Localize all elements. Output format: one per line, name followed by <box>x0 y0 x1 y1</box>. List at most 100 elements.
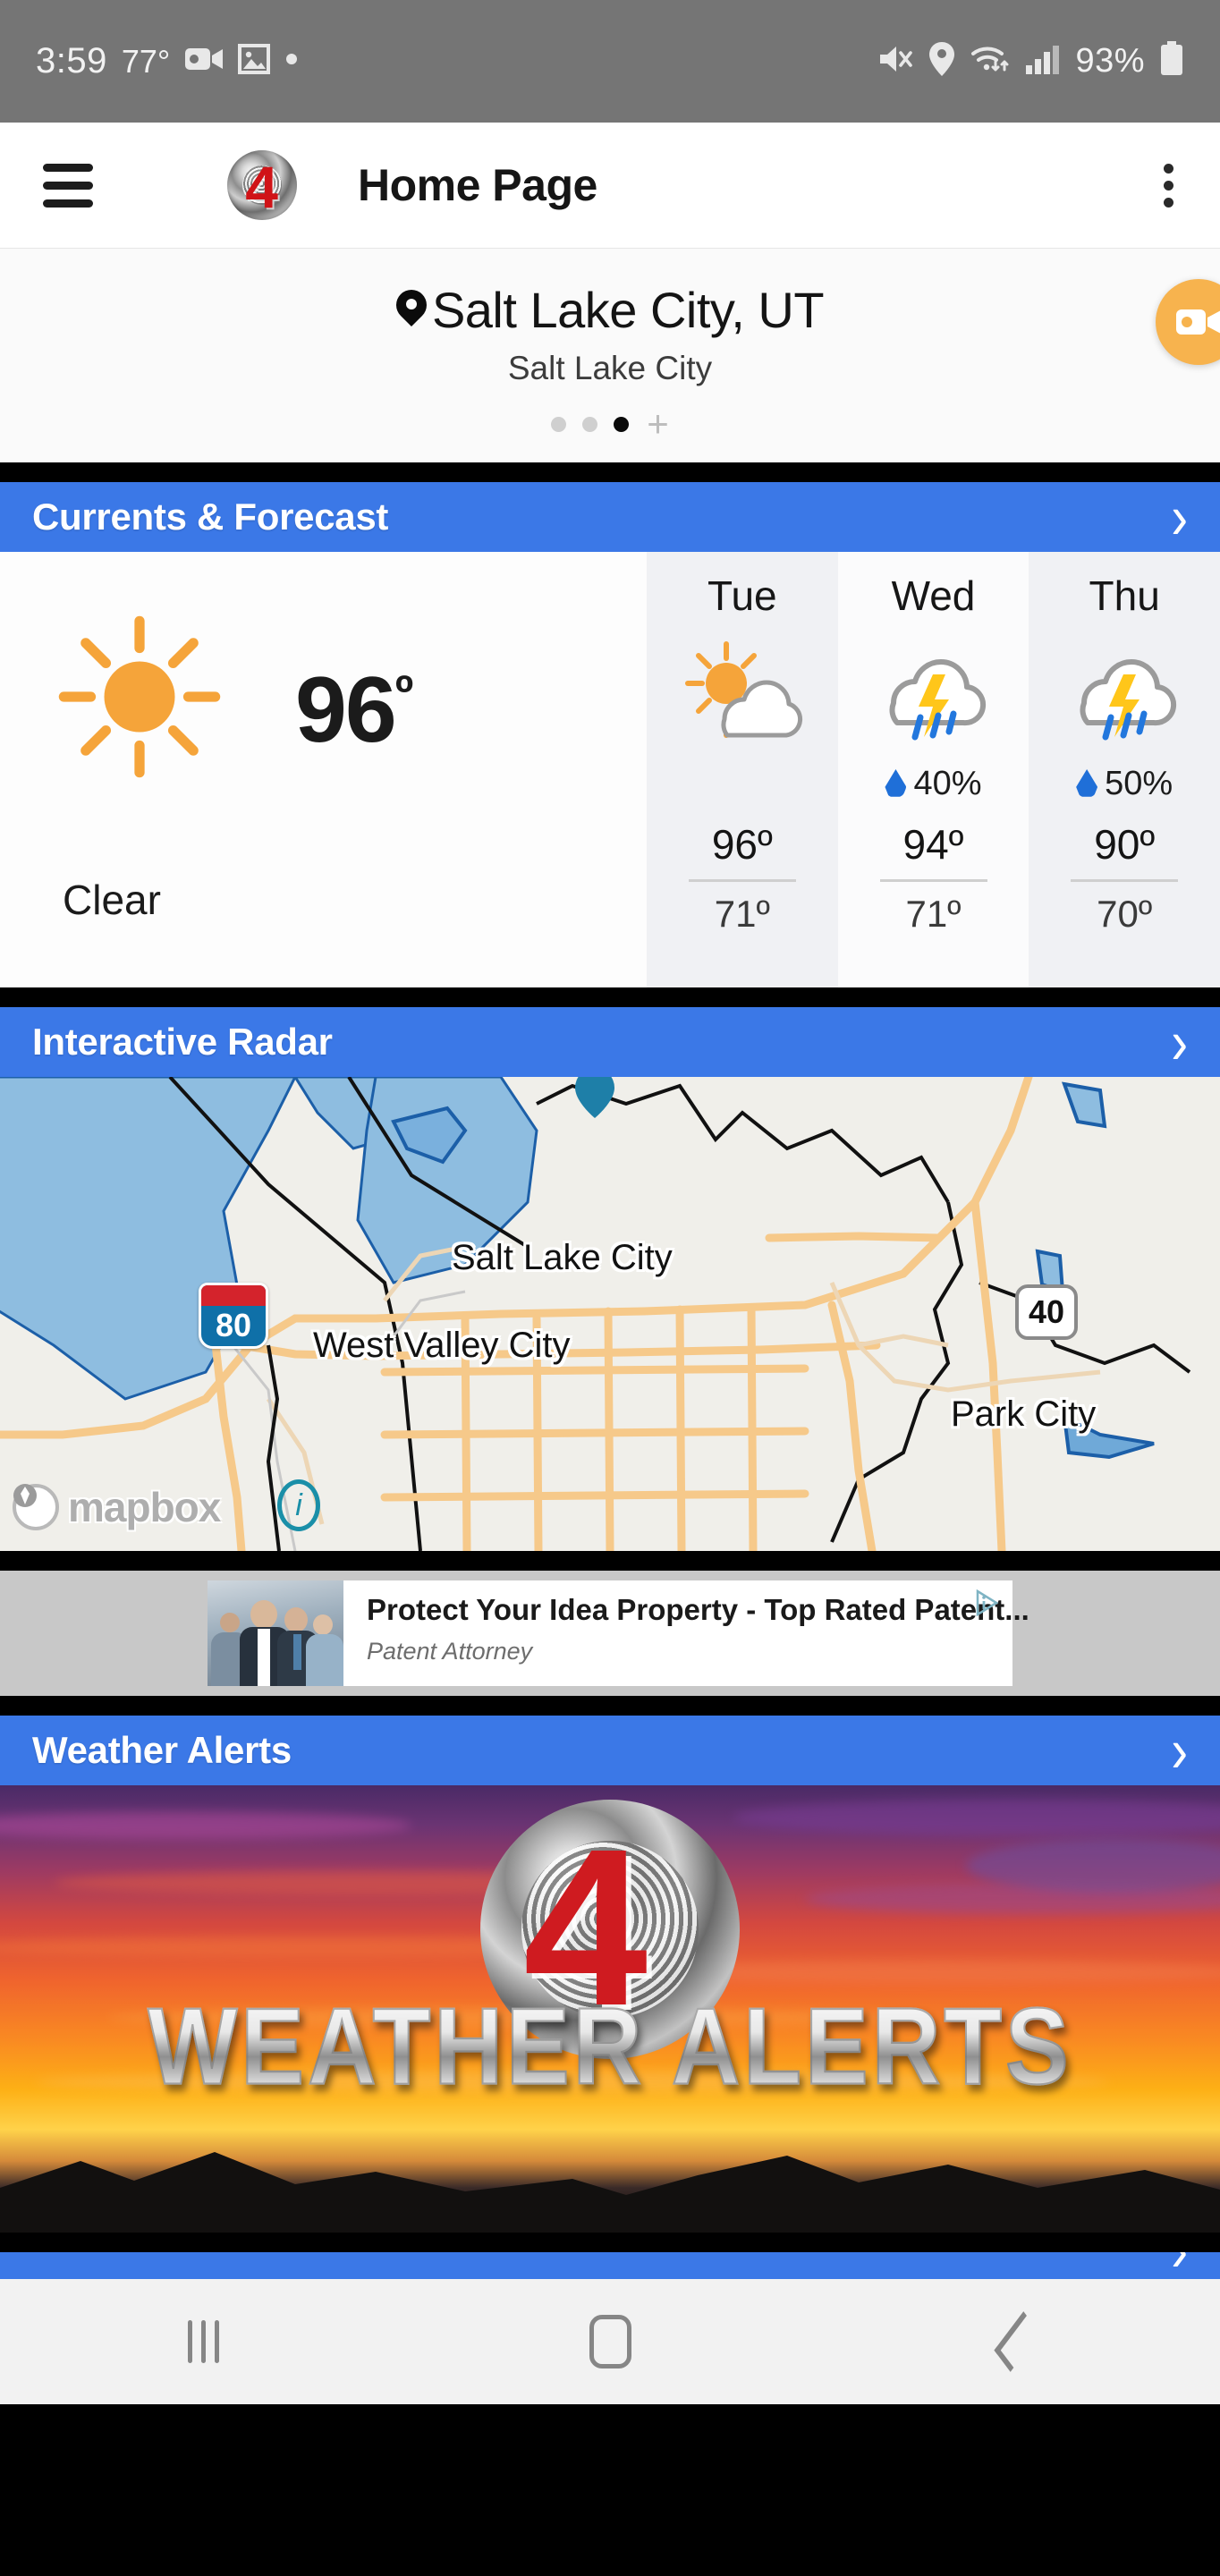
ad-text: Protect Your Idea Property - Top Rated P… <box>343 1580 1047 1686</box>
home-button[interactable] <box>407 2315 814 2368</box>
forecast-precip-value: 50% <box>1105 764 1173 802</box>
location-pin-icon <box>396 290 427 331</box>
radar-map[interactable]: Salt Lake City West Valley City Park Cit… <box>0 1077 1220 1551</box>
android-navigation-bar <box>0 2279 1220 2404</box>
section-title-radar: Interactive Radar <box>32 1021 333 1063</box>
phone-screen: 3:59 77° 93% 4 Home Page Salt Lake City,… <box>0 0 1220 2576</box>
mountain-silhouette <box>0 2152 1220 2233</box>
section-gap <box>0 2233 1220 2252</box>
recent-apps-icon <box>187 2320 219 2363</box>
forecast-low: 70º <box>1097 893 1153 935</box>
ad-banner[interactable]: Protect Your Idea Property - Top Rated P… <box>0 1571 1220 1696</box>
ad-title[interactable]: Protect Your Idea Property - Top Rated P… <box>367 1593 1029 1627</box>
mapbox-attribution[interactable]: mapbox <box>13 1483 221 1531</box>
channel-4-logo: 4 <box>227 150 297 220</box>
signal-bars-icon <box>1025 43 1061 80</box>
recent-apps-button[interactable] <box>0 2320 407 2363</box>
mapbox-wordmark: mapbox <box>68 1484 221 1530</box>
pager-dot-2[interactable] <box>582 416 598 432</box>
raindrop-icon <box>1076 769 1098 797</box>
kebab-menu-icon[interactable] <box>1151 155 1186 216</box>
ad-card[interactable]: Protect Your Idea Property - Top Rated P… <box>208 1580 1029 1686</box>
forecast-day-2[interactable]: Thu 50% 90º 70º <box>1029 552 1220 987</box>
forecast-precip: 50% <box>1029 759 1220 808</box>
location-subtitle: Salt Lake City <box>507 350 713 386</box>
ad-thumbnail <box>208 1580 343 1686</box>
status-bar-left: 3:59 77° <box>36 41 877 81</box>
weather-alerts-headline: WEATHER ALERTS <box>0 1985 1220 2109</box>
chevron-right-icon[interactable]: › <box>1171 485 1188 548</box>
forecast-divider <box>1071 879 1179 882</box>
chevron-right-icon[interactable]: › <box>1171 2252 1188 2279</box>
current-temp-degree: º <box>394 664 414 721</box>
shield-number: 80 <box>215 1307 252 1344</box>
shield-top-band <box>201 1285 266 1307</box>
forecast-panel: 96º Clear Tue 96º 71º Wed 40% 94º 71º Th… <box>0 552 1220 987</box>
chevron-right-icon[interactable]: › <box>1171 1010 1188 1073</box>
forecast-low: 71º <box>714 893 770 935</box>
page-title: Home Page <box>358 160 597 210</box>
home-icon <box>589 2315 631 2368</box>
section-header-radar[interactable]: Interactive Radar › <box>0 1007 1220 1077</box>
forecast-precip-value: 40% <box>913 764 982 802</box>
info-icon[interactable]: i <box>277 1479 320 1531</box>
shield-number: 40 <box>1028 1293 1065 1330</box>
back-button[interactable] <box>813 2311 1220 2372</box>
chevron-right-icon[interactable]: › <box>1171 1718 1188 1782</box>
pager-dot-1[interactable] <box>551 416 567 432</box>
back-icon <box>994 2311 1040 2372</box>
forecast-day-name: Thu <box>1089 572 1160 619</box>
battery-icon <box>1159 41 1184 81</box>
interstate-80-shield: 80 <box>199 1283 268 1349</box>
weather-alerts-graphic[interactable]: 4 WEATHER ALERTS <box>0 1785 1220 2233</box>
section-title-bottom: Utah Weather <box>32 2252 274 2254</box>
forecast-day-1[interactable]: Wed 40% 94º 71º <box>837 552 1029 987</box>
wifi-icon <box>970 42 1011 80</box>
forecast-divider <box>879 879 987 882</box>
ad-choices-icon[interactable] <box>975 1589 1000 1623</box>
status-temperature: 77° <box>121 42 171 80</box>
us-route-40-shield: 40 <box>1015 1284 1078 1340</box>
map-label-west-valley-city: West Valley City <box>313 1326 571 1365</box>
section-header-alerts[interactable]: Weather Alerts › <box>0 1716 1220 1785</box>
status-bar: 3:59 77° 93% <box>0 0 1220 123</box>
battery-percent-label: 93% <box>1075 42 1145 80</box>
forecast-day-name: Wed <box>891 572 976 619</box>
section-header-bottom[interactable]: Utah Weather › <box>0 2252 1220 2279</box>
pager-dot-3[interactable] <box>614 416 630 432</box>
location-pager[interactable]: + <box>0 405 1220 443</box>
mapbox-mark-icon <box>13 1484 59 1530</box>
forecast-high: 90º <box>1094 821 1156 868</box>
section-gap <box>0 462 1220 482</box>
location-city-row[interactable]: Salt Lake City, UT <box>0 281 1220 339</box>
current-condition-label: Clear <box>63 877 161 923</box>
video-recorder-icon <box>184 44 224 79</box>
logo-four-text: 4 <box>245 153 278 220</box>
thunderstorm-icon <box>838 625 1029 759</box>
ad-subtitle: Patent Attorney <box>367 1638 533 1665</box>
hamburger-menu-icon[interactable] <box>43 163 93 208</box>
status-bar-right: 93% <box>877 41 1184 81</box>
forecast-pop-spacer <box>647 759 838 808</box>
location-city-label: Salt Lake City, UT <box>431 282 825 338</box>
forecast-day-name: Tue <box>707 572 777 619</box>
forecast-days: Tue 96º 71º Wed 40% 94º 71º Thu 50% 90º … <box>647 552 1220 987</box>
sun-icon <box>58 615 221 778</box>
section-gap <box>0 987 1220 1007</box>
section-title-forecast: Currents & Forecast <box>32 496 389 538</box>
add-location-button[interactable]: + <box>647 405 669 443</box>
forecast-low: 71º <box>905 893 962 935</box>
location-pin-icon <box>928 41 955 81</box>
mute-icon <box>877 43 914 80</box>
notification-dot-icon <box>284 52 299 71</box>
current-temp-value: 96 <box>295 658 397 762</box>
forecast-day-0[interactable]: Tue 96º 71º <box>647 552 838 987</box>
forecast-high: 96º <box>711 821 773 868</box>
map-label-salt-lake-city: Salt Lake City <box>452 1238 673 1277</box>
section-title-alerts: Weather Alerts <box>32 1729 292 1771</box>
section-header-forecast[interactable]: Currents & Forecast › <box>0 482 1220 552</box>
section-gap <box>0 1696 1220 1716</box>
app-bar: 4 Home Page <box>0 123 1220 248</box>
current-temperature: 96º <box>295 657 414 764</box>
status-clock: 3:59 <box>36 41 107 80</box>
